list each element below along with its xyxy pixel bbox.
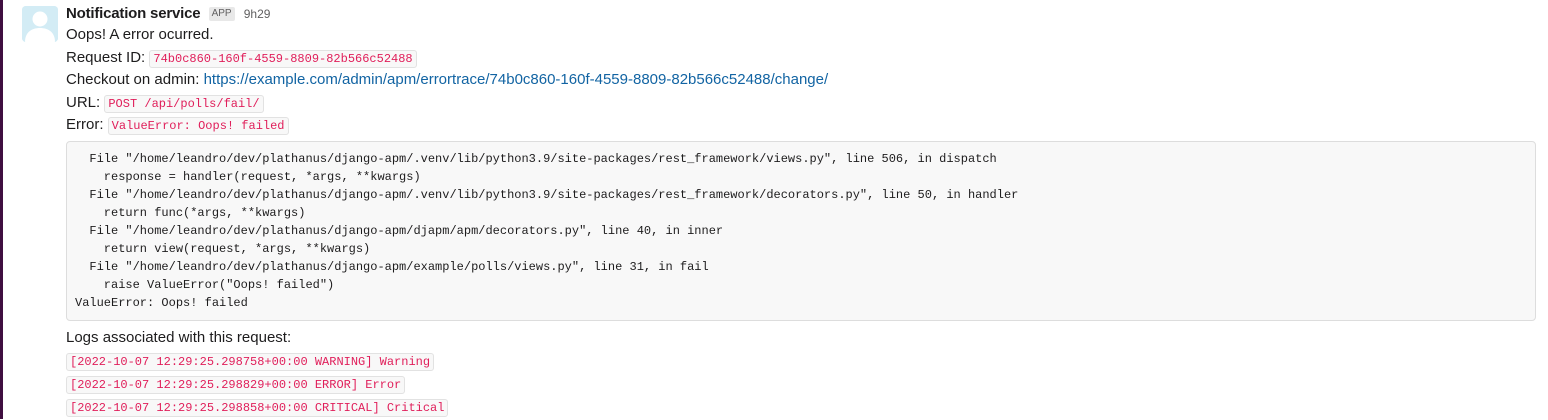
app-badge: APP [208, 7, 235, 21]
request-id-label: Request ID: [66, 48, 146, 66]
checkout-label: Checkout on admin: [66, 71, 200, 88]
workspace-sidebar-edge [0, 0, 3, 419]
intro-text: Oops! A error ocurred. [66, 26, 214, 43]
error-row: Error: ValueError: Oops! failed [66, 114, 1536, 137]
traceback-line: response = handler(request, *args, **kwa… [75, 169, 421, 184]
error-label: Error: [66, 116, 104, 133]
traceback-line: File "/home/leandro/dev/plathanus/django… [75, 259, 709, 274]
traceback-line: ValueError: Oops! failed [75, 295, 248, 310]
traceback-line: File "/home/leandro/dev/plathanus/django… [75, 151, 997, 166]
log-entry: [2022-10-07 12:29:25.298858+00:00 CRITIC… [66, 395, 1536, 418]
url-label: URL: [66, 93, 101, 111]
traceback-line: File "/home/leandro/dev/plathanus/django… [75, 223, 724, 238]
message-timestamp[interactable]: 9h29 [244, 7, 271, 21]
error-code: ValueError: Oops! failed [107, 117, 289, 135]
message-content: Notification service APP 9h29 Oops! A er… [66, 4, 1536, 418]
log-critical-code: [2022-10-07 12:29:25.298858+00:00 CRITIC… [66, 399, 449, 417]
request-id-row: Request ID: 74b0c860-160f-4559-8809-82b5… [66, 47, 1536, 70]
log-entry: [2022-10-07 12:29:25.298758+00:00 WARNIN… [66, 349, 1536, 372]
traceback-line: return func(*args, **kwargs) [75, 205, 306, 220]
traceback-line: raise ValueError("Oops! failed") [75, 277, 335, 292]
traceback-line: return view(request, *args, **kwargs) [75, 241, 371, 256]
default-user-avatar-icon [22, 6, 58, 42]
avatar[interactable] [22, 6, 58, 42]
logs-label: Logs associated with this request: [66, 328, 292, 346]
url-code: POST /api/polls/fail/ [104, 94, 264, 113]
sender-name[interactable]: Notification service [66, 5, 201, 22]
log-error-code: [2022-10-07 12:29:25.298829+00:00 ERROR]… [66, 376, 406, 394]
checkout-row: Checkout on admin: https://example.com/a… [66, 69, 1536, 92]
log-warning-code: [2022-10-07 12:29:25.298758+00:00 WARNIN… [66, 353, 435, 371]
message-header: Notification service APP 9h29 [66, 4, 1536, 24]
url-row: URL: POST /api/polls/fail/ [66, 92, 1536, 115]
traceback-line: File "/home/leandro/dev/plathanus/django… [75, 187, 1019, 202]
log-entry: [2022-10-07 12:29:25.298829+00:00 ERROR]… [66, 372, 1536, 395]
traceback-block: File "/home/leandro/dev/plathanus/django… [66, 140, 1536, 321]
checkout-admin-link[interactable]: https://example.com/admin/apm/errortrace… [204, 71, 829, 88]
request-id-code: 74b0c860-160f-4559-8809-82b566c52488 [149, 49, 417, 68]
